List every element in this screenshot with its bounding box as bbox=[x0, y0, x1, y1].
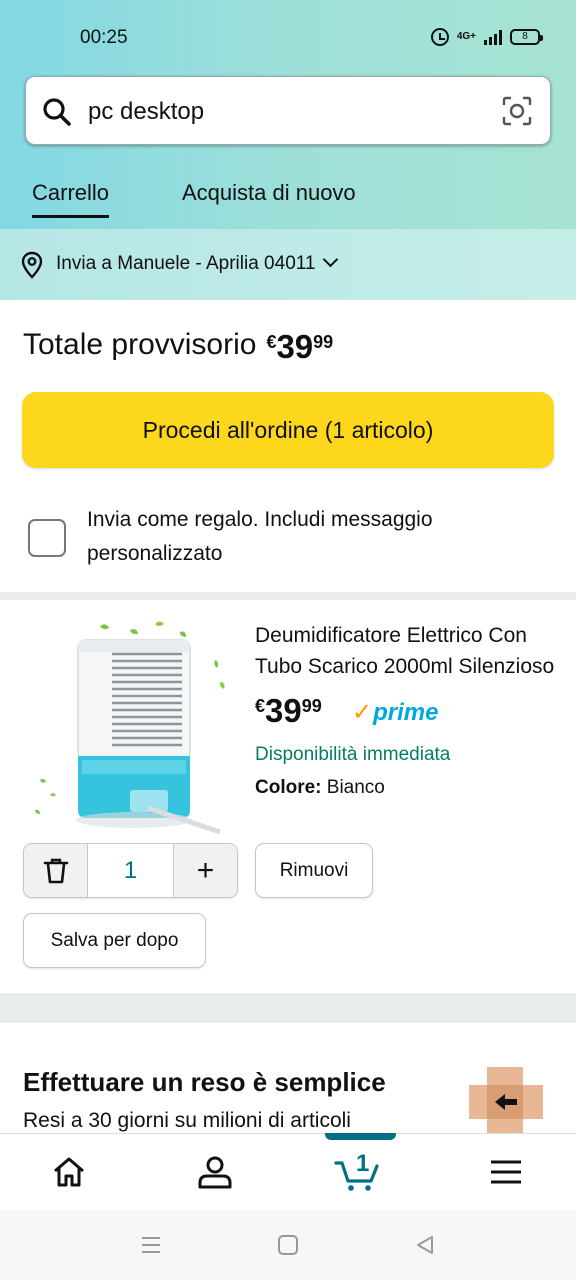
subtotal-price: € 39 99 bbox=[266, 328, 333, 366]
save-for-later-button[interactable]: Salva per dopo bbox=[23, 913, 206, 968]
search-icon[interactable] bbox=[41, 96, 73, 128]
home-icon[interactable] bbox=[49, 1152, 89, 1192]
status-time: 00:25 bbox=[80, 27, 128, 48]
tab-acquista-di-nuovo[interactable]: Acquista di nuovo bbox=[182, 180, 356, 206]
cart-item: Deumidificatore Elettrico Con Tubo Scari… bbox=[0, 600, 576, 993]
quantity-value[interactable]: 1 bbox=[88, 844, 173, 897]
subtotal-decimal: 99 bbox=[313, 332, 334, 352]
signal-icon bbox=[484, 29, 502, 45]
camera-lens-icon[interactable] bbox=[501, 95, 533, 127]
returns-banner[interactable]: Effettuare un reso è semplice Resi a 30 … bbox=[0, 1023, 576, 1133]
subtotal-currency: € bbox=[266, 332, 277, 352]
section-divider bbox=[0, 993, 576, 1023]
prime-label: prime bbox=[373, 698, 439, 726]
location-pin-icon bbox=[21, 251, 43, 279]
quantity-stepper: 1 + bbox=[23, 843, 238, 898]
battery-icon: 8 bbox=[510, 29, 543, 45]
active-tab-indicator bbox=[325, 1133, 396, 1140]
availability-status: Disponibilità immediata bbox=[255, 744, 451, 765]
increase-quantity-button[interactable]: + bbox=[173, 844, 237, 897]
product-color: Colore: Bianco bbox=[255, 777, 385, 799]
network-type: 4G+ bbox=[456, 31, 476, 42]
section-divider bbox=[0, 592, 576, 600]
account-icon[interactable] bbox=[195, 1152, 235, 1192]
product-color-value: Bianco bbox=[326, 777, 385, 798]
proceed-to-checkout-button[interactable]: Procedi all'ordine (1 articolo) bbox=[22, 392, 554, 468]
prime-badge: ✓ prime bbox=[352, 698, 438, 727]
delete-button[interactable] bbox=[24, 844, 88, 897]
trash-icon bbox=[43, 858, 68, 883]
product-image[interactable] bbox=[30, 620, 230, 840]
status-bar: 00:25 4G+ 8 bbox=[0, 0, 576, 76]
subtotal: Totale provvisorio € 39 99 bbox=[23, 328, 333, 366]
back-icon[interactable] bbox=[414, 1234, 436, 1256]
product-title[interactable]: Deumidificatore Elettrico Con Tubo Scari… bbox=[255, 620, 555, 682]
returns-subtitle: Resi a 30 giorni su milioni di articoli bbox=[23, 1109, 351, 1132]
chevron-down-icon bbox=[323, 251, 339, 268]
status-icons: 4G+ 8 bbox=[430, 28, 543, 46]
product-price-currency: € bbox=[255, 696, 266, 716]
subtotal-label: Totale provvisorio bbox=[23, 328, 257, 361]
delivery-location-bar[interactable]: Invia a Manuele - Aprilia 04011 bbox=[0, 229, 576, 300]
gift-label[interactable]: Invia come regalo. Includi messaggio per… bbox=[87, 503, 547, 571]
alarm-icon bbox=[430, 28, 449, 46]
product-price-integer: 39 bbox=[265, 692, 302, 729]
cart-tabs: Carrello Acquista di nuovo bbox=[0, 170, 576, 218]
product-price-decimal: 99 bbox=[301, 696, 322, 716]
tab-carrello[interactable]: Carrello bbox=[32, 180, 110, 218]
product-color-label: Colore: bbox=[255, 777, 322, 798]
prime-check-icon: ✓ bbox=[352, 699, 373, 726]
return-box-icon bbox=[469, 1067, 543, 1133]
menu-icon[interactable] bbox=[487, 1152, 527, 1192]
subtotal-integer: 39 bbox=[276, 328, 314, 365]
bottom-navigation bbox=[0, 1133, 576, 1210]
gift-checkbox[interactable] bbox=[28, 519, 66, 557]
search-input[interactable]: pc desktop bbox=[88, 98, 204, 126]
search-bar[interactable]: pc desktop bbox=[25, 76, 551, 145]
home-button-icon[interactable] bbox=[277, 1234, 299, 1256]
system-navigation-bar bbox=[0, 1210, 576, 1280]
cart-count-badge: 1 bbox=[356, 1150, 370, 1177]
product-price: € 39 99 bbox=[255, 692, 322, 730]
returns-title: Effettuare un reso è semplice bbox=[23, 1067, 386, 1097]
remove-button[interactable]: Rimuovi bbox=[255, 843, 373, 898]
recents-icon[interactable] bbox=[140, 1234, 162, 1256]
delivery-address[interactable]: Invia a Manuele - Aprilia 04011 bbox=[56, 251, 339, 275]
